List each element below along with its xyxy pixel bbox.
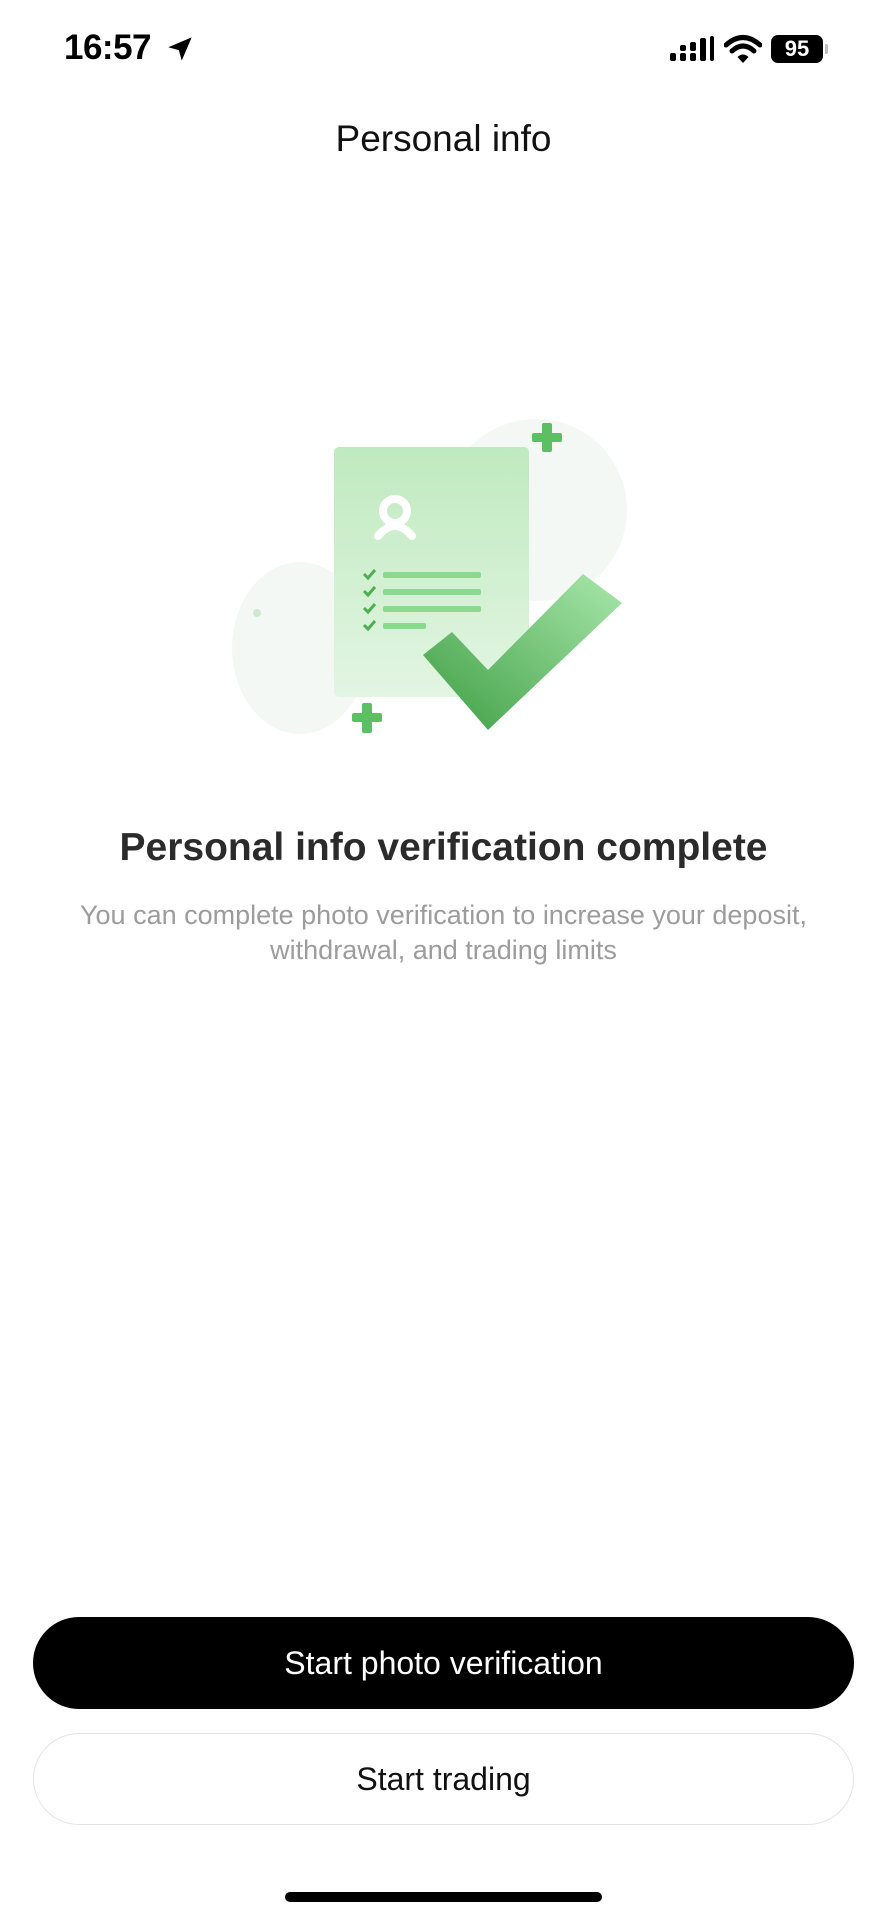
home-indicator[interactable] bbox=[285, 1892, 602, 1902]
battery-icon: 95 bbox=[771, 35, 828, 63]
signal-icon bbox=[670, 36, 714, 61]
start-trading-button[interactable]: Start trading bbox=[33, 1733, 854, 1825]
start-photo-verification-button[interactable]: Start photo verification bbox=[33, 1617, 854, 1709]
status-bar: 16:57 95 bbox=[0, 0, 887, 100]
battery-tip bbox=[825, 44, 828, 54]
status-time: 16:57 bbox=[64, 28, 152, 67]
location-arrow-icon bbox=[168, 37, 192, 61]
document-checkmark-icon bbox=[232, 419, 627, 734]
battery-level: 95 bbox=[771, 35, 823, 63]
verification-description: You can complete photo verification to i… bbox=[80, 900, 807, 965]
wifi-icon bbox=[724, 35, 762, 63]
verification-headline: Personal info verification complete bbox=[119, 826, 768, 869]
page-title: Personal info bbox=[335, 118, 552, 159]
